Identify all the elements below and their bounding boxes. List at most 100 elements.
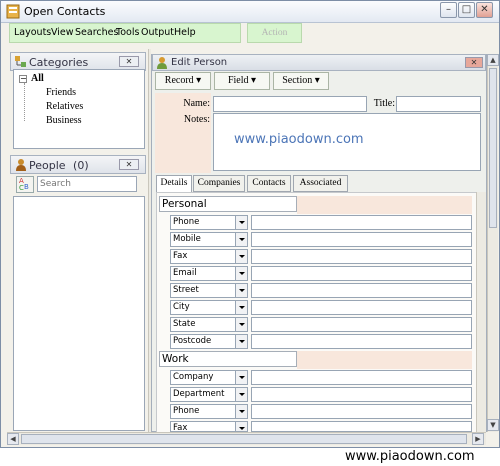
title-input[interactable]	[396, 96, 481, 112]
field-type-select[interactable]: Street	[170, 283, 248, 298]
edit-person-title: Edit Person	[171, 57, 228, 68]
field-type-phone: Phone	[173, 217, 200, 227]
field-value-input[interactable]	[251, 232, 472, 247]
field-menu-button[interactable]: Field ▾	[214, 72, 270, 90]
field-value-input[interactable]	[251, 404, 472, 419]
people-title-text: People	[29, 159, 66, 172]
field-value-input[interactable]	[251, 300, 472, 315]
dropdown-arrow-icon[interactable]	[235, 335, 247, 348]
tab-companies[interactable]: Companies	[193, 175, 245, 192]
dropdown-arrow-icon[interactable]	[235, 318, 247, 331]
dropdown-arrow-icon[interactable]	[235, 233, 247, 246]
field-type-phone: Phone	[173, 406, 200, 416]
person-edit-icon	[157, 57, 167, 69]
people-list[interactable]	[13, 196, 145, 431]
field-type-mobile: Mobile	[173, 234, 201, 244]
sort-az-icon[interactable]: A B C	[16, 176, 34, 193]
menu-view[interactable]: View	[51, 27, 74, 38]
dropdown-arrow-icon[interactable]	[235, 422, 247, 431]
tab-associated[interactable]: Associated	[293, 175, 348, 192]
work-section-label: Work	[159, 351, 297, 367]
field-value-input[interactable]	[251, 317, 472, 332]
menu-tools[interactable]: Tools	[116, 27, 139, 38]
field-type-select[interactable]: Phone	[170, 215, 248, 230]
field-value-input[interactable]	[251, 370, 472, 385]
tree-item-all[interactable]: All	[31, 73, 44, 84]
field-type-postcode: Postcode	[173, 336, 212, 346]
field-value-input[interactable]	[251, 334, 472, 349]
field-type-select[interactable]: Fax	[170, 249, 248, 264]
tree-collapse-icon[interactable]: −	[19, 75, 27, 83]
field-type-select[interactable]: Email	[170, 266, 248, 281]
close-window-button[interactable]: ✕	[476, 2, 493, 18]
main-vertical-scrollbar[interactable]: ▲ ▼	[487, 54, 499, 432]
field-type-select[interactable]: Postcode	[170, 334, 248, 349]
menu-searches[interactable]: Searches	[75, 27, 118, 38]
menu-output[interactable]: Output	[141, 27, 174, 38]
personal-section-label: Personal	[159, 196, 297, 212]
dropdown-arrow-icon[interactable]	[235, 301, 247, 314]
field-type-select[interactable]: Company	[170, 370, 248, 385]
field-type-fax: Fax	[173, 423, 188, 432]
menu-layouts[interactable]: Layouts	[14, 27, 51, 38]
field-type-department: Department	[173, 389, 225, 399]
field-type-select[interactable]: Department	[170, 387, 248, 402]
people-search-row: A B C	[14, 175, 144, 194]
details-vertical-scrollbar[interactable]	[476, 192, 486, 432]
dropdown-arrow-icon[interactable]	[235, 216, 247, 229]
field-type-select[interactable]: Phone	[170, 404, 248, 419]
field-type-street: Street	[173, 285, 199, 295]
scroll-right-icon[interactable]: ▶	[472, 433, 484, 445]
horizontal-scrollbar[interactable]: ◀ ▶	[7, 432, 486, 445]
dropdown-arrow-icon[interactable]	[235, 388, 247, 401]
minimize-button[interactable]: –	[440, 2, 457, 18]
field-type-select[interactable]: Fax	[170, 421, 248, 432]
categories-tree: − All Friends Relatives Business	[13, 69, 145, 149]
field-type-select[interactable]: Mobile	[170, 232, 248, 247]
tree-item-business[interactable]: Business	[46, 115, 82, 126]
field-value-input[interactable]	[251, 421, 472, 432]
field-value-input[interactable]	[251, 266, 472, 281]
scroll-down-icon[interactable]: ▼	[487, 419, 499, 431]
dropdown-arrow-icon[interactable]	[235, 371, 247, 384]
app-icon	[6, 4, 20, 19]
tree-item-relatives[interactable]: Relatives	[46, 101, 83, 112]
dropdown-arrow-icon[interactable]	[235, 284, 247, 297]
section-menu-button[interactable]: Section ▾	[273, 72, 329, 90]
edit-person-close-button[interactable]: ✕	[465, 57, 483, 68]
tree-line	[24, 83, 25, 121]
name-input[interactable]	[213, 96, 367, 112]
field-value-input[interactable]	[251, 283, 472, 298]
work-section-bar	[297, 351, 472, 369]
maximize-button[interactable]: □	[458, 2, 475, 18]
tab-details[interactable]: Details	[156, 175, 192, 193]
categories-icon	[15, 56, 26, 67]
dropdown-arrow-icon[interactable]	[235, 267, 247, 280]
people-close-button[interactable]: ✕	[119, 159, 139, 170]
menu-help[interactable]: Help	[174, 27, 196, 38]
field-value-input[interactable]	[251, 249, 472, 264]
hscroll-thumb[interactable]	[21, 434, 467, 444]
field-type-select[interactable]: City	[170, 300, 248, 315]
action-button[interactable]: Action	[247, 23, 302, 43]
field-type-city: City	[173, 302, 190, 312]
tab-contacts[interactable]: Contacts	[247, 175, 291, 192]
scroll-up-icon[interactable]: ▲	[487, 54, 499, 66]
dropdown-arrow-icon[interactable]	[235, 405, 247, 418]
record-menu-button[interactable]: Record ▾	[155, 72, 211, 90]
tree-item-friends[interactable]: Friends	[46, 87, 76, 98]
categories-title: Categories	[29, 56, 89, 69]
field-value-input[interactable]	[251, 215, 472, 230]
field-type-fax: Fax	[173, 251, 188, 261]
categories-close-button[interactable]: ✕	[119, 56, 139, 67]
people-search-input[interactable]	[37, 176, 137, 192]
field-type-state: State	[173, 319, 196, 329]
dropdown-arrow-icon[interactable]	[235, 250, 247, 263]
scroll-thumb[interactable]	[489, 68, 497, 228]
field-type-select[interactable]: State	[170, 317, 248, 332]
field-value-input[interactable]	[251, 387, 472, 402]
notes-label: Notes:	[183, 114, 210, 125]
scroll-left-icon[interactable]: ◀	[7, 433, 19, 445]
field-type-email: Email	[173, 268, 197, 278]
people-count: (0)	[73, 159, 89, 172]
